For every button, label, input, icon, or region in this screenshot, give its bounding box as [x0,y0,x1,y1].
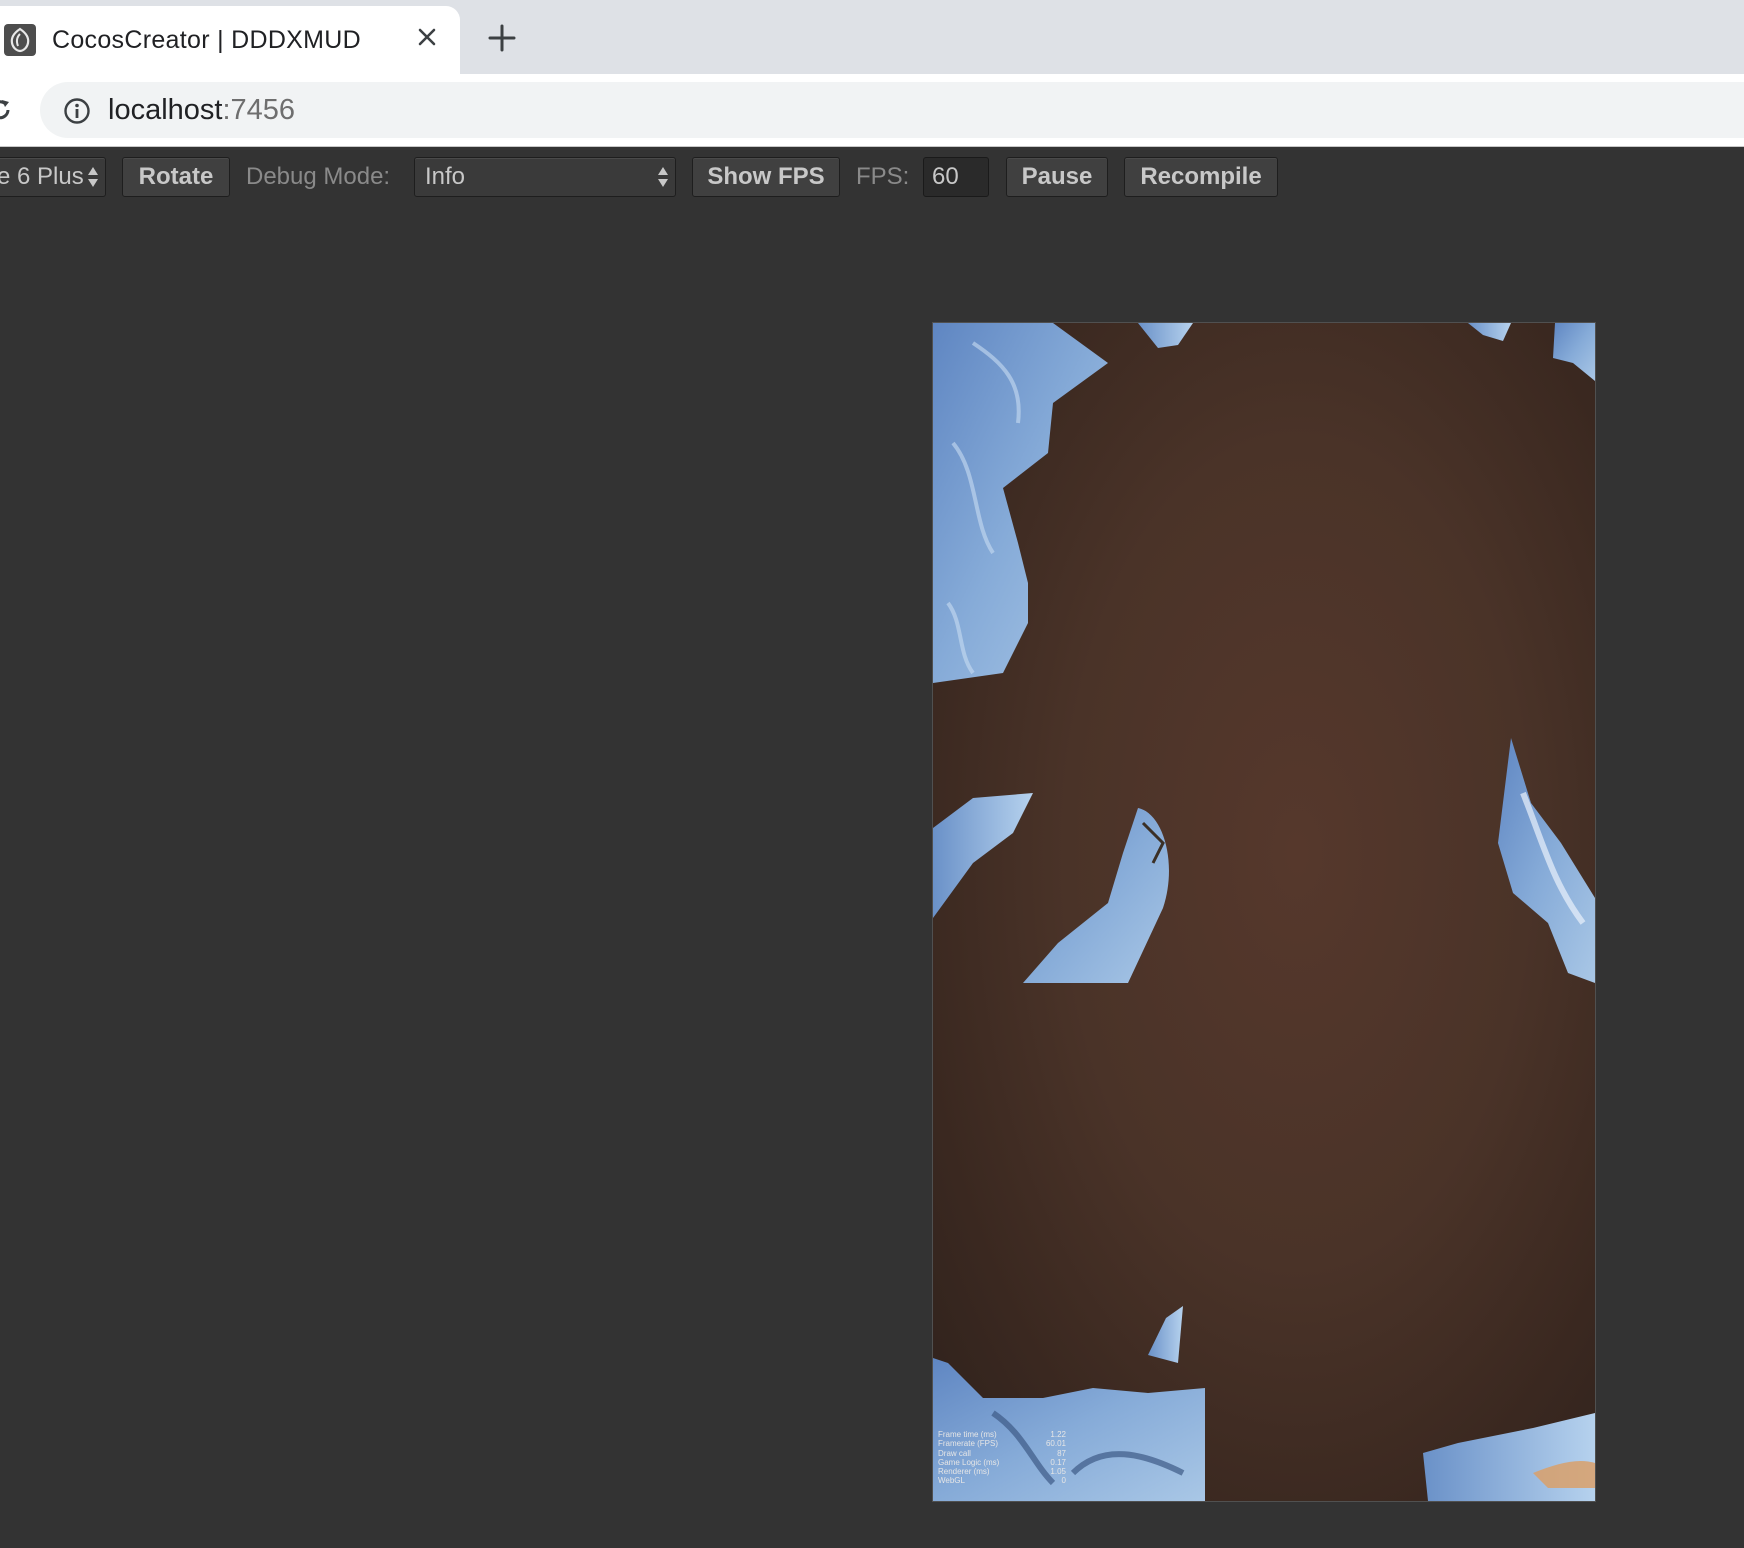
stat-row: Game Logic (ms) 0.17 [938,1458,1066,1467]
game-canvas[interactable]: Frame time (ms) 1.22 Framerate (FPS) 60.… [932,322,1596,1502]
stat-value: 1.22 [1050,1430,1066,1439]
cocos-creator-icon [4,24,36,56]
tab-title: CocosCreator | DDDXMUD [52,26,361,54]
info-icon[interactable] [62,96,92,126]
browser-toolbar: localhost:7456 [0,74,1744,147]
stat-value: 1.05 [1050,1467,1066,1477]
stat-row: Framerate (FPS) 60.01 [938,1439,1066,1448]
stat-row: Renderer (ms) 1.05 [938,1467,1066,1476]
pause-button[interactable]: Pause [1006,157,1108,197]
fps-input[interactable]: 60 [923,157,989,197]
close-icon[interactable] [412,22,442,52]
stat-label: Draw call [938,1448,971,1458]
stat-label: Frame time (ms) [938,1430,997,1439]
url-port: :7456 [222,94,296,126]
browser-tab-strip: CocosCreator | DDDXMUD [0,0,1744,74]
stat-value: 60.01 [1045,1439,1066,1449]
scene-illustration [933,323,1595,1501]
stat-row: Draw call 87 [938,1449,1066,1458]
fps-label: FPS: [856,163,910,190]
debug-mode-select[interactable]: Info [414,157,676,197]
preview-toolbar: e 6 Plus Rotate Debug Mode: Info Show FP… [0,147,1744,207]
device-select[interactable]: e 6 Plus [0,157,106,197]
stat-label: Framerate (FPS) [938,1439,999,1449]
debug-mode-value: Info [425,163,466,190]
address-bar[interactable]: localhost:7456 [40,82,1744,138]
debug-mode-label: Debug Mode: [246,163,391,190]
stat-value: 0 [1061,1476,1066,1486]
select-arrows-icon [658,167,668,187]
new-tab-plus-icon[interactable] [486,22,518,54]
url-host: localhost [108,94,223,126]
stat-label: Game Logic (ms) [938,1457,1000,1467]
stat-label: WebGL [938,1476,965,1486]
device-select-value: e 6 Plus [0,163,84,190]
show-fps-button[interactable]: Show FPS [692,157,840,197]
rotate-button[interactable]: Rotate [122,157,230,197]
stat-row: Frame time (ms) 1.22 [938,1430,1066,1439]
stat-value: 0.17 [1050,1457,1066,1467]
recompile-button[interactable]: Recompile [1124,157,1278,197]
stat-value: 87 [1057,1448,1066,1458]
stats-panel: Frame time (ms) 1.22 Framerate (FPS) 60.… [938,1430,1066,1486]
stat-row: WebGL 0 [938,1476,1066,1485]
browser-tab[interactable]: CocosCreator | DDDXMUD [0,6,460,74]
select-arrows-icon [88,167,98,187]
stat-label: Renderer (ms) [938,1467,990,1477]
url-text: localhost:7456 [108,94,295,127]
reload-icon[interactable] [0,96,14,124]
